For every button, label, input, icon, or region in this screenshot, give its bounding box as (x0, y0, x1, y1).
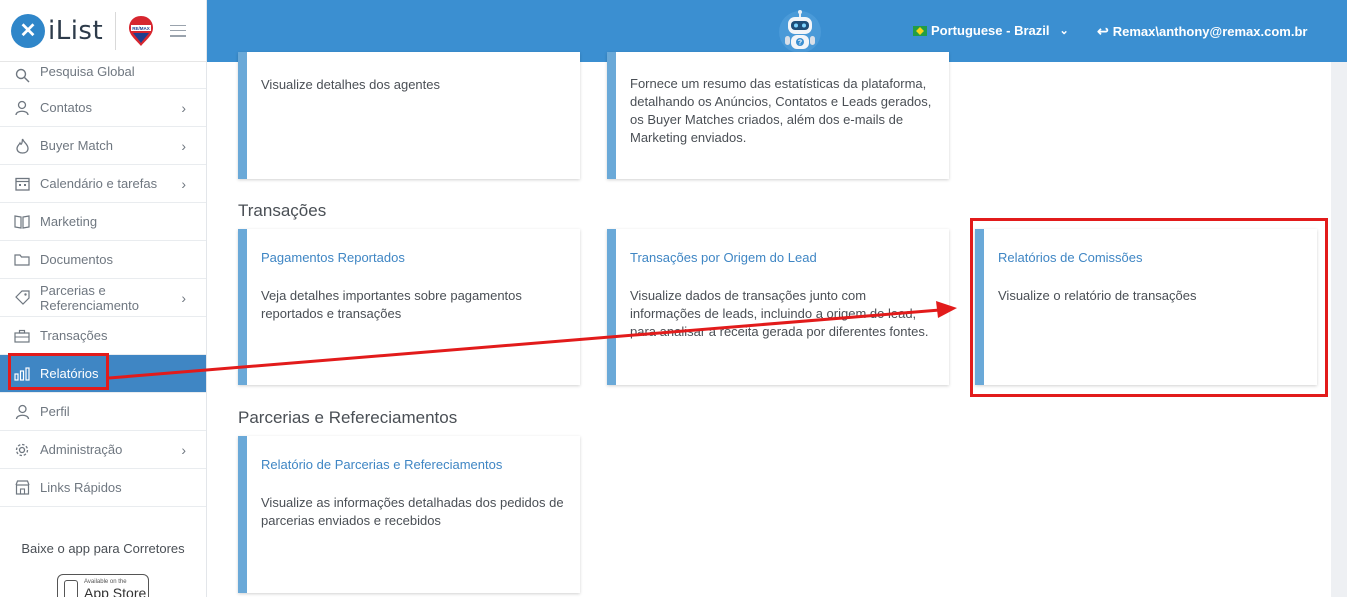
contacts-icon (13, 99, 31, 117)
chevron-right-icon: › (181, 175, 186, 192)
sidebar-item-label: Marketing (40, 214, 98, 229)
robot-assistant-icon[interactable]: ? (778, 8, 822, 56)
sidebar-item-calendario[interactable]: Calendário e tarefas › (0, 165, 206, 203)
switch-user-icon: ↩ (1097, 23, 1109, 39)
section-title-transacoes: Transações (238, 201, 327, 220)
chevron-down-icon: ⌄ (1059, 25, 1069, 37)
sidebar-item-pesquisa-global[interactable]: Pesquisa Global (0, 62, 206, 89)
app-promo-text: Baixe o app para Corretores (21, 541, 185, 556)
sidebar-item-links-rapidos[interactable]: Links Rápidos (0, 469, 206, 507)
sidebar-item-perfil[interactable]: Perfil (0, 393, 206, 431)
language-label: Portuguese - Brazil (931, 23, 1050, 38)
sidebar-item-documentos[interactable]: Documentos (0, 241, 206, 279)
chevron-right-icon: › (181, 99, 186, 116)
report-card-estatisticas[interactable]: Fornece um resumo das estatísticas da pl… (607, 52, 949, 179)
sidebar-item-transacoes[interactable]: Transações (0, 317, 206, 355)
sidebar-item-label: Documentos (40, 252, 113, 267)
logo-bar: ✕ iList RE/MAX (0, 0, 206, 62)
svg-text:?: ? (798, 40, 802, 47)
phone-icon (64, 580, 78, 597)
gear-icon (13, 441, 31, 459)
card-description: Visualize as informações detalhadas dos … (261, 495, 564, 528)
sidebar-item-label: Contatos (40, 100, 93, 115)
folder-icon (13, 251, 31, 269)
app-store-badge[interactable]: Available on the App Store (57, 574, 149, 597)
remax-label: RE/MAX (132, 26, 150, 31)
briefcase-icon (13, 327, 31, 345)
sidebar-item-parcerias[interactable]: Parcerias e Referenciamento › (0, 279, 206, 317)
ilist-logo-icon[interactable]: ✕ (11, 13, 45, 48)
card-title[interactable]: Pagamentos Reportados (261, 249, 566, 267)
sidebar-item-label: Parcerias e Referenciamento (40, 282, 139, 313)
card-title[interactable]: Transações por Origem do Lead (630, 249, 935, 267)
sidebar-item-administracao[interactable]: Administração › (0, 431, 206, 469)
report-card-agentes[interactable]: Visualize detalhes dos agentes (238, 52, 580, 179)
app-promo: Baixe o app para Corretores Available on… (0, 507, 206, 597)
report-card-parcerias-refereciamentos[interactable]: Relatório de Parcerias e Refereciamentos… (238, 436, 580, 593)
calendar-icon (13, 175, 31, 193)
sidebar-nav: Pesquisa Global Contatos › Buyer Match ›… (0, 62, 206, 507)
sidebar-item-label: Links Rápidos (40, 480, 122, 495)
app-name: iList (48, 15, 104, 46)
sidebar-item-label: Transações (40, 328, 108, 343)
sidebar: ✕ iList RE/MAX Pesquisa Global Contatos … (0, 0, 207, 597)
sidebar-item-label: Pesquisa Global (40, 63, 135, 79)
user-icon (13, 403, 31, 421)
sidebar-item-marketing[interactable]: Marketing (0, 203, 206, 241)
annotation-highlight-relatorios (8, 353, 109, 390)
section-title-parcerias: Parcerias e Refereciamentos (238, 408, 458, 427)
logo-divider (115, 11, 117, 50)
user-menu[interactable]: ↩ Remax\anthony@remax.com.br (1097, 23, 1307, 40)
chevron-right-icon: › (181, 441, 186, 458)
sidebar-item-label: Buyer Match (40, 138, 113, 153)
user-label: Remax\anthony@remax.com.br (1112, 24, 1308, 39)
chevron-right-icon: › (181, 137, 186, 154)
remax-balloon-icon: RE/MAX (129, 15, 154, 46)
menu-toggle-icon[interactable] (170, 24, 187, 37)
card-description: Fornece um resumo das estatísticas da pl… (630, 76, 932, 145)
sidebar-item-label: Calendário e tarefas (40, 176, 158, 191)
app-store-big-text: App Store (84, 585, 147, 597)
card-description: Veja detalhes importantes sobre pagament… (261, 288, 522, 321)
card-title[interactable]: Relatório de Parcerias e Refereciamentos (261, 456, 566, 474)
sidebar-item-label: Perfil (40, 404, 70, 419)
card-description: Visualize detalhes dos agentes (261, 77, 440, 92)
annotation-highlight-comissoes (970, 218, 1328, 397)
language-selector[interactable]: Portuguese - Brazil ⌄ (913, 23, 1069, 38)
sidebar-item-label: Administração (40, 442, 123, 457)
report-card-transacoes-origem-lead[interactable]: Transações por Origem do Lead Visualize … (607, 229, 949, 385)
flame-icon (13, 137, 31, 155)
report-card-pagamentos-reportados[interactable]: Pagamentos Reportados Veja detalhes impo… (238, 229, 580, 385)
store-icon (13, 479, 31, 497)
book-icon (13, 213, 31, 231)
sidebar-item-buyer-match[interactable]: Buyer Match › (0, 127, 206, 165)
brazil-flag-icon (913, 25, 927, 36)
chevron-right-icon: › (181, 289, 186, 306)
card-description: Visualize dados de transações junto com … (630, 288, 929, 339)
search-icon (13, 66, 31, 84)
sidebar-item-contatos[interactable]: Contatos › (0, 89, 206, 127)
tag-icon (13, 289, 31, 307)
